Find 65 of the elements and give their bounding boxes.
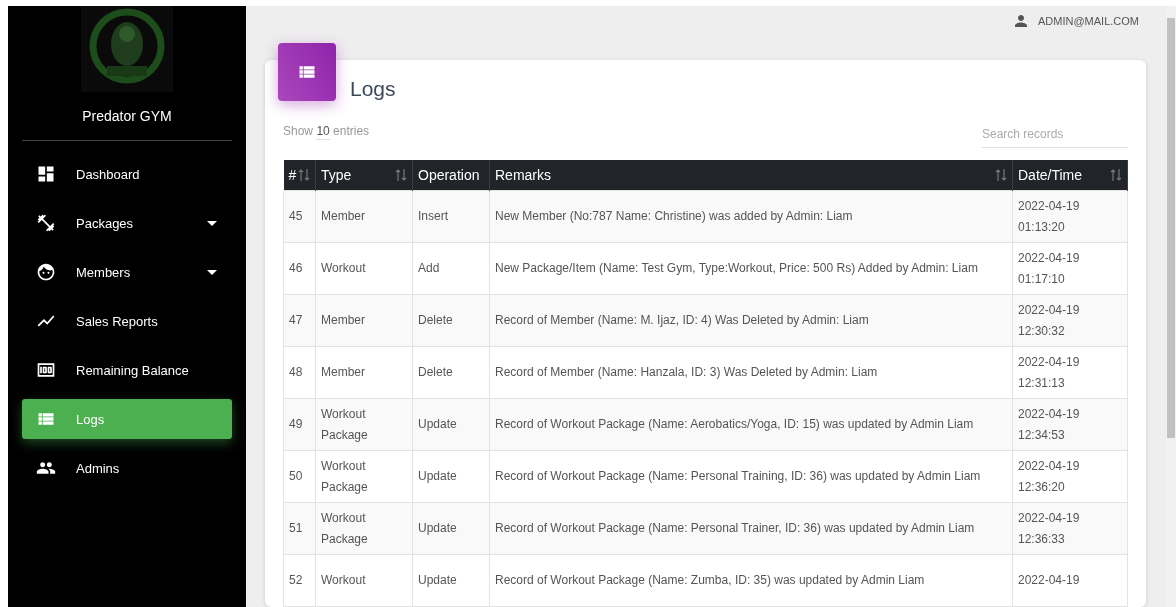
table-cell: Record of Workout Package (Name: Zumba, ID: 35) was updated by Admin Liam (489, 554, 1013, 607)
column-header[interactable]: Operation (412, 160, 490, 191)
brand-name: Predator GYM (22, 92, 232, 141)
table-cell: 2022-04-19 12:36:20 (1012, 450, 1128, 503)
table-cell: Record of Workout Package (Name: Personal Trainer, ID: 36) was updated by Admin Liam (489, 502, 1013, 555)
table-cell: 2022-04-19 01:13:20 (1012, 190, 1128, 243)
table-cell: 2022-04-19 (1012, 554, 1128, 607)
table-cell: Add (412, 242, 490, 295)
sidebar-item[interactable]: Dashboard (22, 154, 232, 194)
table-cell: 45 (283, 190, 316, 243)
table-cell: Update (412, 398, 490, 451)
sort-icon[interactable] (298, 168, 310, 182)
table-cell: Delete (412, 346, 490, 399)
dumbbell-icon (36, 213, 56, 233)
table-cell: Workout Package (315, 450, 413, 503)
table-cell: Member (315, 190, 413, 243)
sort-icon[interactable] (995, 168, 1007, 182)
sidebar-item[interactable]: Packages (22, 203, 232, 243)
column-header[interactable]: # (283, 160, 316, 191)
table-cell: New Member (No:787 Name: Christine) was added by Admin: Liam (489, 190, 1013, 243)
table-cell: Record of Member (Name: Hanzala, ID: 3) Was Deleted by Admin: Liam (489, 346, 1013, 399)
table-cell: Workout (315, 242, 413, 295)
table-cell: 50 (283, 450, 316, 503)
table-cell: 52 (283, 554, 316, 607)
table-cell: 47 (283, 294, 316, 347)
table-cell: Update (412, 554, 490, 607)
entries-selector[interactable]: Show 10 entries (283, 123, 370, 148)
sidebar-item[interactable]: Admins (22, 448, 232, 488)
table-cell: 2022-04-19 12:34:53 (1012, 398, 1128, 451)
user-icon (1012, 12, 1030, 30)
table-cell: Workout Package (315, 502, 413, 555)
table-cell: Member (315, 346, 413, 399)
table-cell: 48 (283, 346, 316, 399)
table-cell: 49 (283, 398, 316, 451)
sidebar-item[interactable]: Remaining Balance (22, 350, 232, 390)
sidebar-item[interactable]: Members (22, 252, 232, 292)
sidebar-item[interactable]: Sales Reports (22, 301, 232, 341)
table-cell: 2022-04-19 01:17:10 (1012, 242, 1128, 295)
table-cell: Insert (412, 190, 490, 243)
table-cell: Workout (315, 554, 413, 607)
table-cell: Update (412, 502, 490, 555)
table-cell: 51 (283, 502, 316, 555)
column-header[interactable]: Type (315, 160, 413, 191)
user-email: ADMIN@MAIL.COM (1038, 15, 1139, 27)
card-title: Logs (350, 77, 396, 101)
column-header[interactable]: Date/Time (1012, 160, 1128, 191)
table-cell: 2022-04-19 12:31:13 (1012, 346, 1128, 399)
table-cell: Workout Package (315, 398, 413, 451)
sort-icon[interactable] (395, 168, 407, 182)
table-cell: Record of Workout Package (Name: Personal Training, ID: 36) was updated by Admin Liam (489, 450, 1013, 503)
table-cell: Member (315, 294, 413, 347)
column-header[interactable]: Remarks (489, 160, 1013, 191)
banknote-icon (36, 360, 56, 380)
table-cell: 2022-04-19 12:30:32 (1012, 294, 1128, 347)
table-cell: Record of Workout Package (Name: Aerobatics/Yoga, ID: 15) was updated by Admin Liam (489, 398, 1013, 451)
scrollbar[interactable] (1166, 6, 1176, 607)
face-icon (36, 262, 56, 282)
table-cell: Delete (412, 294, 490, 347)
table-cell: Record of Member (Name: M. Ijaz, ID: 4) Was Deleted by Admin: Liam (489, 294, 1013, 347)
table-cell: New Package/Item (Name: Test Gym, Type:Workout, Price: 500 Rs) Added by Admin: Liam (489, 242, 1013, 295)
dashboard-icon (36, 164, 56, 184)
sort-icon[interactable] (1110, 168, 1122, 182)
table-cell: 2022-04-19 12:36:33 (1012, 502, 1128, 555)
table-cell: Update (412, 450, 490, 503)
table-cell: 46 (283, 242, 316, 295)
